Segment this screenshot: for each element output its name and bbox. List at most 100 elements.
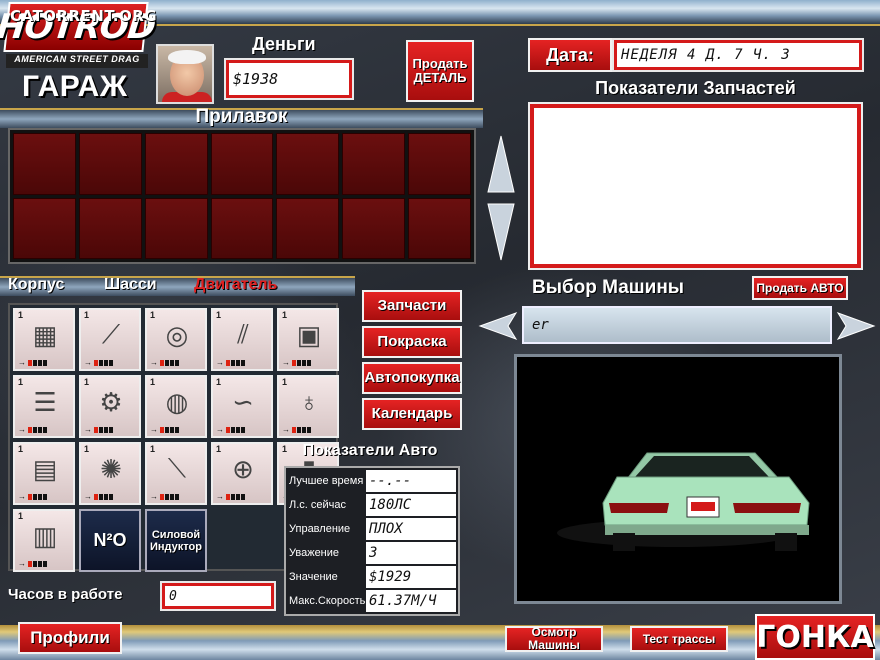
- power-inductor-tile[interactable]: Силовой Индуктор: [145, 509, 207, 572]
- part-slot[interactable]: 1 ▦ →: [13, 308, 75, 371]
- part-count: 1: [216, 310, 222, 320]
- calendar-button[interactable]: Календарь: [362, 398, 462, 430]
- ignition-wires-icon: ∽: [232, 386, 254, 417]
- part-slot[interactable]: 1 ⊕ →: [211, 442, 273, 505]
- tab-engine[interactable]: Двигатель: [194, 276, 277, 294]
- part-slot[interactable]: 1 ▥ →: [13, 509, 75, 572]
- part-level-indicator: →: [282, 426, 311, 434]
- part-slot[interactable]: 1 ⚙ →: [79, 375, 141, 438]
- part-level-indicator: →: [216, 493, 245, 501]
- sell-part-button[interactable]: Продать ДЕТАЛЬ: [406, 40, 474, 102]
- test-track-button[interactable]: Тест трассы: [630, 626, 728, 652]
- part-slot[interactable]: 1 ⟋ →: [79, 308, 141, 371]
- part-slot[interactable]: 1 ▤ →: [13, 442, 75, 505]
- oil-pump-icon: ▣: [296, 319, 322, 350]
- camshaft-icon: ⟍: [167, 453, 187, 483]
- date-label: Дата:: [528, 38, 612, 72]
- part-count: 1: [18, 377, 24, 387]
- part-slot[interactable]: 1 ◎ →: [145, 308, 207, 371]
- parts-stats-title: Показатели Запчастей: [595, 78, 796, 98]
- page-title: ГАРАЖ: [22, 70, 128, 103]
- car-name-field[interactable]: er: [522, 306, 832, 344]
- counter-slot[interactable]: [78, 133, 142, 195]
- part-level-indicator: →: [18, 426, 47, 434]
- counter-slot[interactable]: [408, 197, 471, 259]
- part-slot[interactable]: 1 ♁ →: [277, 375, 339, 438]
- part-slot[interactable]: 1 ∽ →: [211, 375, 273, 438]
- part-count: 1: [150, 377, 156, 387]
- part-count: 1: [84, 310, 90, 320]
- parts-button[interactable]: Запчасти: [362, 290, 462, 322]
- counter-slot[interactable]: [210, 197, 274, 259]
- counter-slot[interactable]: [13, 133, 76, 195]
- radiator-icon: ▤: [32, 453, 58, 484]
- money-field: $1938: [224, 58, 354, 100]
- car-stats-panel: Лучшее время --.-- Л.с. сейчас 180ЛС Управле…: [284, 466, 460, 616]
- part-count: 1: [84, 444, 90, 454]
- prev-car-arrow-icon[interactable]: [478, 311, 518, 341]
- air-filter-icon: ◍: [165, 386, 189, 417]
- part-count: 1: [18, 511, 24, 521]
- money-label: Деньги: [252, 34, 316, 54]
- car-preview: [514, 354, 842, 604]
- car-stat-value: 61.37М/Ч: [366, 590, 456, 612]
- part-level-indicator: →: [150, 359, 179, 367]
- part-level-indicator: →: [84, 426, 113, 434]
- sell-car-button[interactable]: Продать АВТО: [752, 276, 848, 300]
- fuel-pump-icon: ⊕: [232, 453, 254, 484]
- car-stat-label: Значение: [289, 571, 338, 583]
- hours-value: 0: [165, 586, 271, 606]
- part-slot[interactable]: 1 ☰ →: [13, 375, 75, 438]
- part-slot[interactable]: 1 ⟍ →: [145, 442, 207, 505]
- auto-buy-button[interactable]: Автопокупка: [362, 362, 462, 394]
- part-count: 1: [282, 377, 288, 387]
- part-count: 1: [150, 444, 156, 454]
- counter-slot[interactable]: [210, 133, 274, 195]
- money-value: $1938: [229, 63, 349, 95]
- counter-slot[interactable]: [13, 197, 76, 259]
- part-slot[interactable]: 1 ▣ →: [277, 308, 339, 371]
- car-stat-label: Управление: [289, 523, 351, 535]
- next-car-arrow-icon[interactable]: [836, 311, 876, 341]
- date-value: НЕДЕЛЯ 4 Д. 7 Ч. 3: [617, 43, 859, 67]
- date-field: НЕДЕЛЯ 4 Д. 7 Ч. 3: [612, 38, 864, 72]
- part-level-indicator: →: [18, 493, 47, 501]
- part-slot[interactable]: 1 ◍ →: [145, 375, 207, 438]
- scroll-down-arrow-icon[interactable]: [486, 202, 516, 262]
- part-level-indicator: →: [18, 359, 47, 367]
- part-count: 1: [18, 444, 24, 454]
- bottom-chrome-stripe: [0, 625, 880, 660]
- counter-slot[interactable]: [144, 133, 208, 195]
- paint-button[interactable]: Покраска: [362, 326, 462, 358]
- car-stat-row: Лучшее время --.--: [286, 469, 458, 493]
- part-count: 1: [84, 377, 90, 387]
- race-button[interactable]: ГОНКА: [755, 614, 875, 660]
- parts-stats-panel: [528, 102, 863, 270]
- tab-chassis[interactable]: Шасси: [104, 276, 157, 294]
- inspect-car-button[interactable]: Осмотр Машины: [505, 626, 603, 652]
- counter-slot[interactable]: [408, 133, 471, 195]
- part-level-indicator: →: [84, 493, 113, 501]
- counter-slot[interactable]: [78, 197, 142, 259]
- valves-icon: ⫽: [237, 319, 249, 349]
- oil-can-icon: ▥: [32, 520, 58, 551]
- pistons-icon: ◎: [165, 319, 189, 350]
- scroll-up-arrow-icon[interactable]: [486, 134, 516, 194]
- part-count: 1: [18, 310, 24, 320]
- nitrous-tile[interactable]: N²O: [79, 509, 141, 572]
- exhaust-manifold-icon: ⚙: [99, 386, 123, 417]
- car-stat-label: Лучшее время: [289, 475, 364, 487]
- profiles-button[interactable]: Профили: [18, 622, 122, 654]
- part-slot[interactable]: 1 ✺ →: [79, 442, 141, 505]
- counter-slot[interactable]: [276, 133, 340, 195]
- counter-slot[interactable]: [342, 197, 406, 259]
- counter-slot[interactable]: [276, 197, 340, 259]
- car-stat-row: Управление ПЛОХ: [286, 517, 458, 541]
- hours-label: Часов в работе: [8, 586, 123, 603]
- counter-slot[interactable]: [342, 133, 406, 195]
- car-stat-row: Уважение 3: [286, 541, 458, 565]
- tab-body[interactable]: Корпус: [8, 276, 64, 294]
- part-slot[interactable]: 1 ⫽ →: [211, 308, 273, 371]
- player-avatar: [156, 44, 214, 104]
- counter-slot[interactable]: [144, 197, 208, 259]
